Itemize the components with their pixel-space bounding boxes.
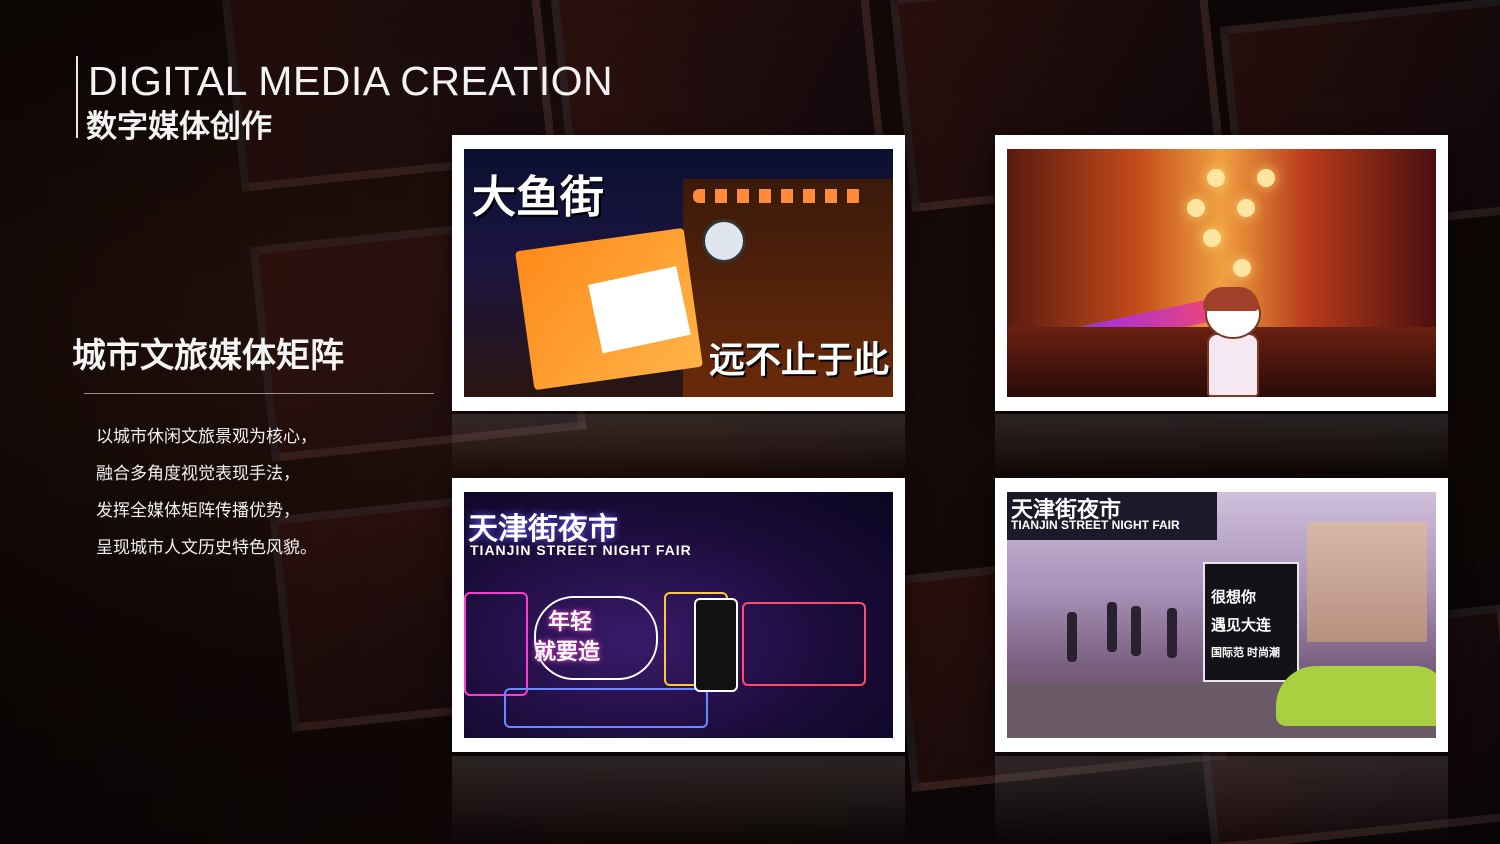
photo-neon-wall: 天津街夜市 TIANJIN STREET NIGHT FAIR 年轻 就要造 — [452, 478, 905, 752]
photo-overlay-title: 大鱼街 — [472, 172, 604, 223]
title-accent-bar — [76, 56, 78, 138]
photo-image — [1007, 149, 1436, 397]
lantern-icon — [1207, 169, 1225, 187]
description-line: 发挥全媒体矩阵传播优势， — [96, 501, 300, 520]
description-line: 融合多角度视觉表现手法， — [96, 464, 300, 483]
photo-image: 大鱼街 远不止于此 — [464, 149, 893, 397]
photo-dayu-street: 大鱼街 远不止于此 — [452, 135, 905, 411]
section-title: 城市文旅媒体矩阵 — [72, 337, 344, 375]
section-description: 以城市休闲文旅景观为核心， 融合多角度视觉表现手法， 发挥全媒体矩阵传播优势， … — [96, 418, 416, 566]
pedestrian — [1131, 606, 1141, 656]
page-title-chinese: 数字媒体创作 — [86, 109, 272, 144]
neon-frame — [464, 592, 528, 696]
sports-car — [1276, 666, 1436, 726]
billboard-shape — [515, 227, 703, 391]
photo-overlay-subtitle: 远不止于此 — [708, 339, 889, 381]
neon-text: 就要造 — [534, 639, 601, 664]
pedestrian — [1167, 608, 1177, 658]
photo-image: 天津街夜市 TIANJIN STREET NIGHT FAIR 年轻 就要造 — [464, 492, 893, 738]
description-line: 以城市休闲文旅景观为核心， — [96, 427, 317, 446]
pedestrian — [1107, 602, 1117, 652]
neon-text: 年轻 — [548, 609, 593, 634]
photo-reflection — [452, 756, 905, 844]
pedestrian — [1067, 612, 1077, 662]
building-shape — [1307, 522, 1427, 642]
photo-image: 天津街夜市 TIANJIN STREET NIGHT FAIR 很想你 遇见大连… — [1007, 492, 1436, 738]
lantern-icon — [1187, 199, 1205, 217]
photo-reflection — [995, 414, 1448, 474]
mascot-illustration — [1197, 287, 1265, 397]
photo-reflection — [995, 756, 1448, 844]
mascot-body — [1207, 333, 1259, 397]
sign-board-text: 很想你 — [1211, 589, 1257, 606]
lantern-icon — [1233, 259, 1251, 277]
neon-sign-subtitle: TIANJIN STREET NIGHT FAIR — [470, 542, 692, 558]
lantern-icon — [1203, 229, 1221, 247]
photo-street-scene: 天津街夜市 TIANJIN STREET NIGHT FAIR 很想你 遇见大连… — [995, 478, 1448, 752]
page-title-english: DIGITAL MEDIA CREATION — [88, 58, 614, 104]
arch-subtitle: TIANJIN STREET NIGHT FAIR — [1011, 518, 1180, 532]
photo-lantern-alley — [995, 135, 1448, 411]
mascot-hair — [1203, 287, 1259, 311]
neon-frame — [742, 602, 866, 686]
neon-frame — [504, 688, 708, 728]
sign-board-text: 国际范 时尚潮 — [1211, 647, 1281, 659]
neon-frame — [694, 598, 738, 692]
clock-icon — [702, 219, 746, 263]
lantern-icon — [1237, 199, 1255, 217]
billboard-poster — [588, 266, 691, 354]
section-divider — [84, 393, 434, 394]
sign-board: 很想你 遇见大连 国际范 时尚潮 — [1203, 562, 1299, 682]
street-arch: 天津街夜市 TIANJIN STREET NIGHT FAIR — [1007, 492, 1217, 540]
lantern-icon — [1257, 169, 1275, 187]
lanterns-shape — [693, 189, 863, 203]
photo-reflection — [452, 414, 905, 474]
sign-board-text: 遇见大连 — [1211, 617, 1272, 634]
description-line: 呈现城市人文历史特色风貌。 — [96, 538, 317, 557]
